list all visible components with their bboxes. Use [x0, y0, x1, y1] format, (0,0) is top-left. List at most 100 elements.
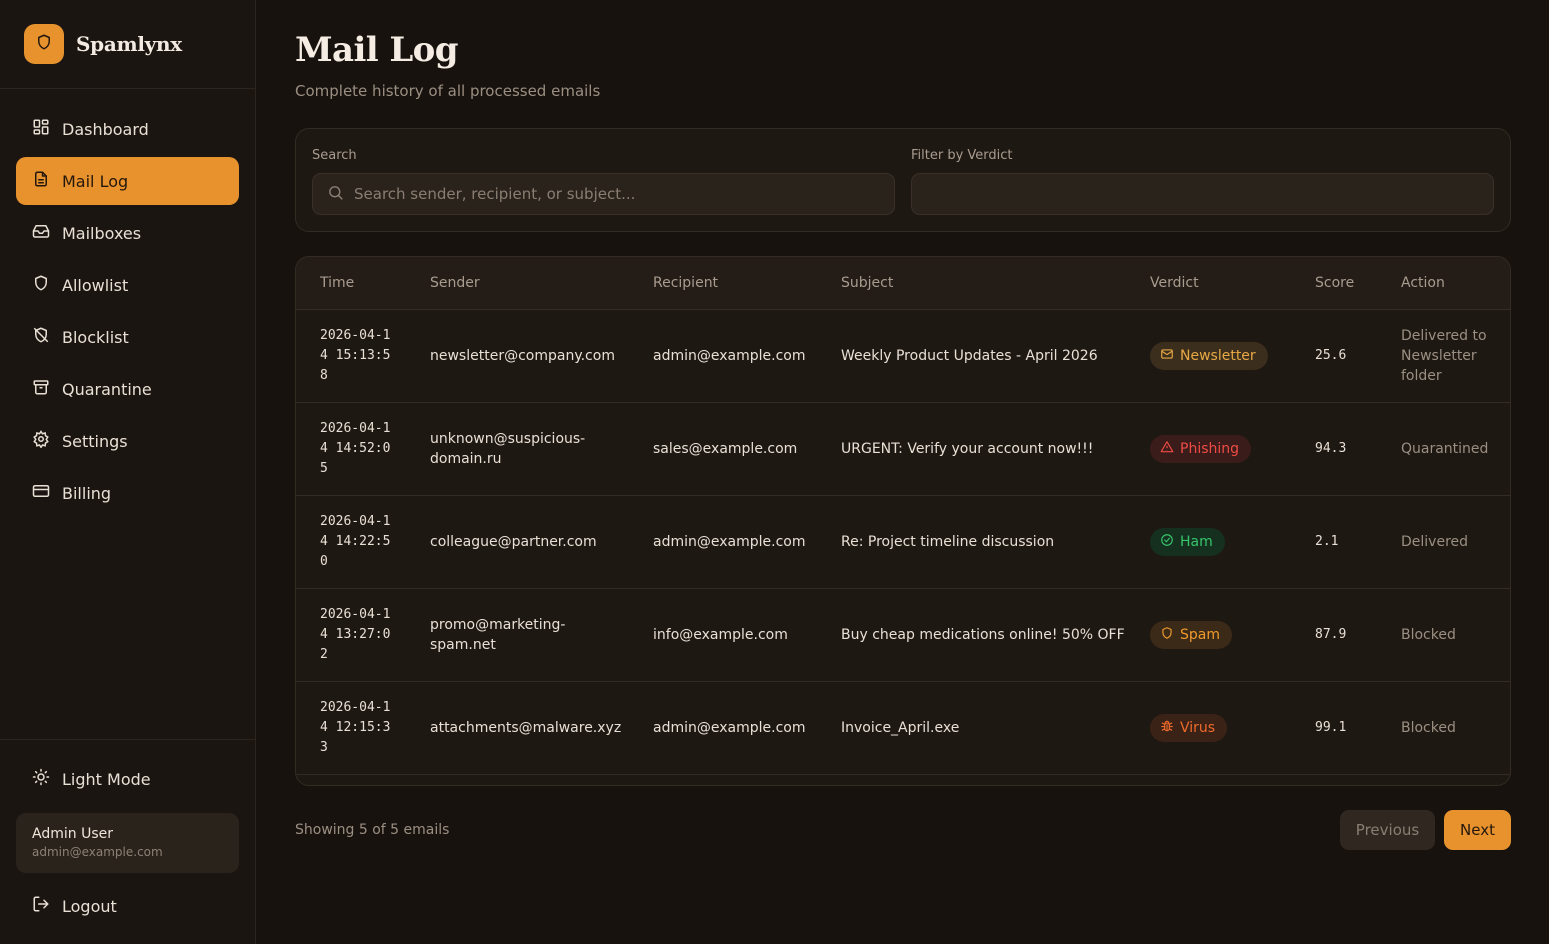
sidebar-item-quarantine[interactable]: Quarantine	[16, 365, 239, 413]
verdict-label: Newsletter	[1180, 347, 1256, 364]
bug-icon	[1160, 719, 1180, 737]
cell-sender: promo@marketing-spam.net	[430, 616, 566, 653]
user-email: admin@example.com	[32, 845, 163, 859]
column-header-verdict[interactable]: Verdict	[1126, 257, 1291, 310]
table-row[interactable]: 2026-04-14 15:13:58 newsletter@company.c…	[296, 309, 1510, 402]
verdict-label: Virus	[1180, 719, 1216, 736]
cell-sender: newsletter@company.com	[430, 347, 615, 364]
cell-verdict: Newsletter	[1126, 309, 1291, 402]
verdict-badge: Spam	[1150, 620, 1232, 649]
cell-verdict: Phishing	[1126, 402, 1291, 495]
cell-time: 2026-04-14 14:52:05	[320, 420, 391, 476]
archive-icon	[32, 378, 62, 400]
next-page-button[interactable]: Next	[1444, 810, 1511, 850]
table-row[interactable]: 2026-04-14 12:15:33 attachments@malware.…	[296, 681, 1510, 774]
cell-action: Blocked	[1401, 719, 1456, 736]
search-icon	[327, 184, 354, 205]
cell-time: 2026-04-14 14:22:50	[320, 513, 391, 569]
page-subtitle: Complete history of all processed emails	[295, 82, 601, 100]
shield-off-icon	[32, 326, 62, 348]
sidebar-item-label: Quarantine	[62, 379, 152, 399]
cell-action: Delivered	[1401, 533, 1469, 550]
verdict-filter-select[interactable]	[911, 173, 1494, 215]
sidebar-item-settings[interactable]: Settings	[16, 417, 239, 465]
cell-recipient: admin@example.com	[653, 347, 806, 364]
user-card[interactable]: Admin User admin@example.com	[16, 813, 239, 873]
search-input[interactable]	[354, 185, 874, 203]
sidebar-item-allowlist[interactable]: Allowlist	[16, 261, 239, 309]
sidebar-item-label: Mail Log	[62, 171, 129, 191]
cell-subject: URGENT: Verify your account now!!!	[841, 440, 1094, 457]
user-name: Admin User	[32, 826, 113, 842]
shield-icon	[35, 33, 53, 55]
column-header-recipient[interactable]: Recipient	[629, 257, 817, 310]
cell-verdict: Virus	[1126, 681, 1291, 774]
check-circle-icon	[1160, 533, 1180, 551]
mail-icon	[1160, 347, 1180, 365]
column-header-sender[interactable]: Sender	[406, 257, 629, 310]
cell-action: Delivered to Newsletter folder	[1401, 327, 1487, 384]
shield-icon	[32, 274, 62, 296]
table-header-row: Time Sender Recipient Subject Verdict Sc…	[296, 257, 1510, 310]
verdict-badge: Newsletter	[1150, 341, 1268, 370]
previous-page-button[interactable]: Previous	[1340, 810, 1435, 850]
page-title: Mail Log	[295, 30, 459, 70]
theme-toggle-button[interactable]: Light Mode	[32, 768, 151, 790]
cell-verdict: Spam	[1126, 588, 1291, 681]
column-header-score[interactable]: Score	[1291, 257, 1377, 310]
filters-panel: Search Filter by Verdict	[295, 128, 1511, 232]
logout-button[interactable]: Logout	[32, 895, 117, 917]
document-icon	[32, 170, 62, 192]
cell-time: 2026-04-14 15:13:58	[320, 327, 391, 383]
cell-score: 94.3	[1315, 441, 1347, 456]
column-header-subject[interactable]: Subject	[817, 257, 1126, 310]
sun-icon	[32, 768, 62, 790]
sidebar-item-label: Blocklist	[62, 327, 129, 347]
sidebar-footer: Light Mode Admin User admin@example.com …	[0, 739, 255, 944]
dashboard-icon	[32, 118, 62, 140]
sidebar-nav: Dashboard Mail Log Mailboxes Allowlist B…	[16, 105, 239, 521]
cell-recipient: info@example.com	[653, 626, 788, 643]
verdict-badge: Ham	[1150, 527, 1225, 556]
sidebar-item-billing[interactable]: Billing	[16, 469, 239, 517]
brand: Spamlynx	[0, 0, 255, 89]
credit-card-icon	[32, 482, 62, 504]
cell-recipient: sales@example.com	[653, 440, 798, 457]
verdict-filter-label: Filter by Verdict	[911, 148, 1013, 163]
cell-time: 2026-04-14 12:15:33	[320, 699, 391, 755]
cell-subject: Weekly Product Updates - April 2026	[841, 347, 1098, 364]
search-field[interactable]	[312, 173, 895, 215]
sidebar-item-mail-log[interactable]: Mail Log	[16, 157, 239, 205]
cell-score: 99.1	[1315, 720, 1347, 735]
cell-score: 87.9	[1315, 627, 1347, 642]
table-row[interactable]: 2026-04-14 13:27:02 promo@marketing-spam…	[296, 588, 1510, 681]
inbox-icon	[32, 222, 62, 244]
verdict-label: Phishing	[1180, 440, 1240, 457]
cell-action: Quarantined	[1401, 440, 1489, 457]
sidebar-item-blocklist[interactable]: Blocklist	[16, 313, 239, 361]
cell-time: 2026-04-14 13:27:02	[320, 606, 391, 662]
logout-icon	[32, 895, 62, 917]
sidebar-item-dashboard[interactable]: Dashboard	[16, 105, 239, 153]
verdict-badge: Phishing	[1150, 434, 1252, 463]
sidebar-item-label: Dashboard	[62, 119, 149, 139]
cell-recipient: admin@example.com	[653, 719, 806, 736]
search-label: Search	[312, 148, 357, 163]
sidebar-item-mailboxes[interactable]: Mailboxes	[16, 209, 239, 257]
sidebar-item-label: Settings	[62, 431, 128, 451]
gear-icon	[32, 430, 62, 452]
sidebar-item-label: Mailboxes	[62, 223, 142, 243]
table-row[interactable]: 2026-04-14 14:52:05 unknown@suspicious-d…	[296, 402, 1510, 495]
cell-subject: Re: Project timeline discussion	[841, 533, 1055, 550]
cell-score: 2.1	[1315, 534, 1339, 549]
cell-subject: Invoice_April.exe	[841, 719, 960, 736]
verdict-label: Ham	[1180, 533, 1213, 550]
logout-label: Logout	[62, 896, 117, 916]
verdict-badge: Virus	[1150, 713, 1228, 742]
cell-sender: unknown@suspicious-domain.ru	[430, 430, 586, 467]
cell-subject: Buy cheap medications online! 50% OFF	[841, 626, 1125, 643]
column-header-time[interactable]: Time	[296, 257, 406, 310]
brand-logo	[24, 24, 64, 64]
column-header-action[interactable]: Action	[1377, 257, 1510, 310]
table-row[interactable]: 2026-04-14 14:22:50 colleague@partner.co…	[296, 495, 1510, 588]
